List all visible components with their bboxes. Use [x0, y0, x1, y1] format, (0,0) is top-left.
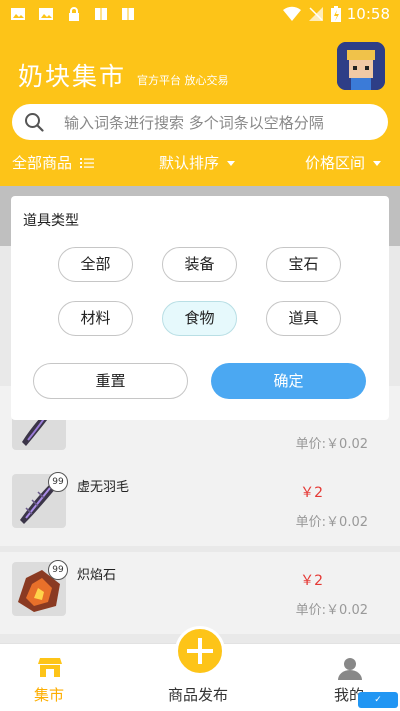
filter-sort[interactable]: 默认排序 — [159, 152, 236, 173]
dropdown-caret-icon — [373, 161, 382, 166]
search-bar[interactable]: 输入词条进行搜索 多个词条以空格分隔 — [12, 104, 388, 140]
publish-fab[interactable] — [175, 626, 225, 676]
user-icon — [338, 658, 362, 680]
gallery-icon — [11, 8, 25, 20]
reset-button[interactable]: 重置 — [33, 363, 188, 399]
list-icon — [79, 158, 94, 168]
filter-all-goods[interactable]: 全部商品 — [12, 152, 94, 173]
item-unit-price: 单价:￥0.02 — [295, 603, 368, 618]
item-unit-price: 单价:￥0.02 — [295, 437, 368, 452]
app-title: 奶块集市 — [18, 62, 127, 91]
filter-sort-label: 默认排序 — [159, 154, 220, 172]
list-item[interactable]: 99 炽焰石 ￥2 单价:￥0.02 — [0, 552, 400, 634]
chip-all[interactable]: 全部 — [58, 247, 133, 282]
chip-material[interactable]: 材料 — [58, 301, 133, 336]
store-icon — [38, 658, 62, 677]
item-name: 虚无羽毛 — [77, 480, 130, 495]
item-price: ￥2 — [300, 573, 323, 589]
dropdown-caret-icon — [227, 161, 236, 166]
status-time: 10:58 — [346, 5, 390, 23]
chip-gem[interactable]: 宝石 — [266, 247, 341, 282]
filter-price-label: 价格区间 — [305, 154, 366, 172]
panel-title: 道具类型 — [23, 213, 79, 229]
header: 奶块集市 官方平台 放心交易 输入词条进行搜索 多个词条以空格分隔 全部商品 默… — [0, 28, 400, 186]
item-price: ￥2 — [300, 485, 323, 501]
watermark-logo: ✓ — [358, 692, 398, 708]
filter-all-goods-label: 全部商品 — [12, 154, 73, 172]
item-type-panel: 道具类型 全部 装备 宝石 材料 食物 道具 重置 确定 — [11, 196, 389, 420]
plus-icon — [187, 638, 213, 664]
list-item[interactable]: 99 虚无羽毛 ￥2 单价:￥0.02 — [0, 464, 400, 546]
status-bar: 10:58 — [0, 0, 400, 28]
search-input[interactable]: 输入词条进行搜索 多个词条以空格分隔 — [64, 112, 324, 133]
book-icon-2 — [122, 8, 134, 20]
confirm-button[interactable]: 确定 — [211, 363, 366, 399]
item-unit-price: 单价:￥0.02 — [295, 515, 368, 530]
chip-equipment[interactable]: 装备 — [162, 247, 237, 282]
search-icon — [25, 113, 44, 132]
image-icon — [39, 8, 53, 20]
quantity-badge: 99 — [48, 560, 68, 580]
app-subtitle: 官方平台 放心交易 — [137, 74, 229, 87]
nav-publish-label: 商品发布 — [168, 686, 229, 704]
signal-off-icon — [309, 7, 323, 21]
book-icon — [95, 8, 107, 20]
nav-market[interactable]: 集市 — [0, 644, 100, 711]
lock-icon — [69, 7, 79, 21]
item-name: 炽焰石 — [77, 568, 117, 583]
nav-market-label: 集市 — [34, 686, 65, 704]
app-logo-icon[interactable] — [337, 42, 385, 90]
chip-prop[interactable]: 道具 — [266, 301, 341, 336]
filter-price-range[interactable]: 价格区间 — [305, 152, 382, 173]
chip-food[interactable]: 食物 — [162, 301, 237, 336]
wifi-icon — [283, 6, 301, 22]
battery-icon — [331, 6, 341, 22]
quantity-badge: 99 — [48, 472, 68, 492]
